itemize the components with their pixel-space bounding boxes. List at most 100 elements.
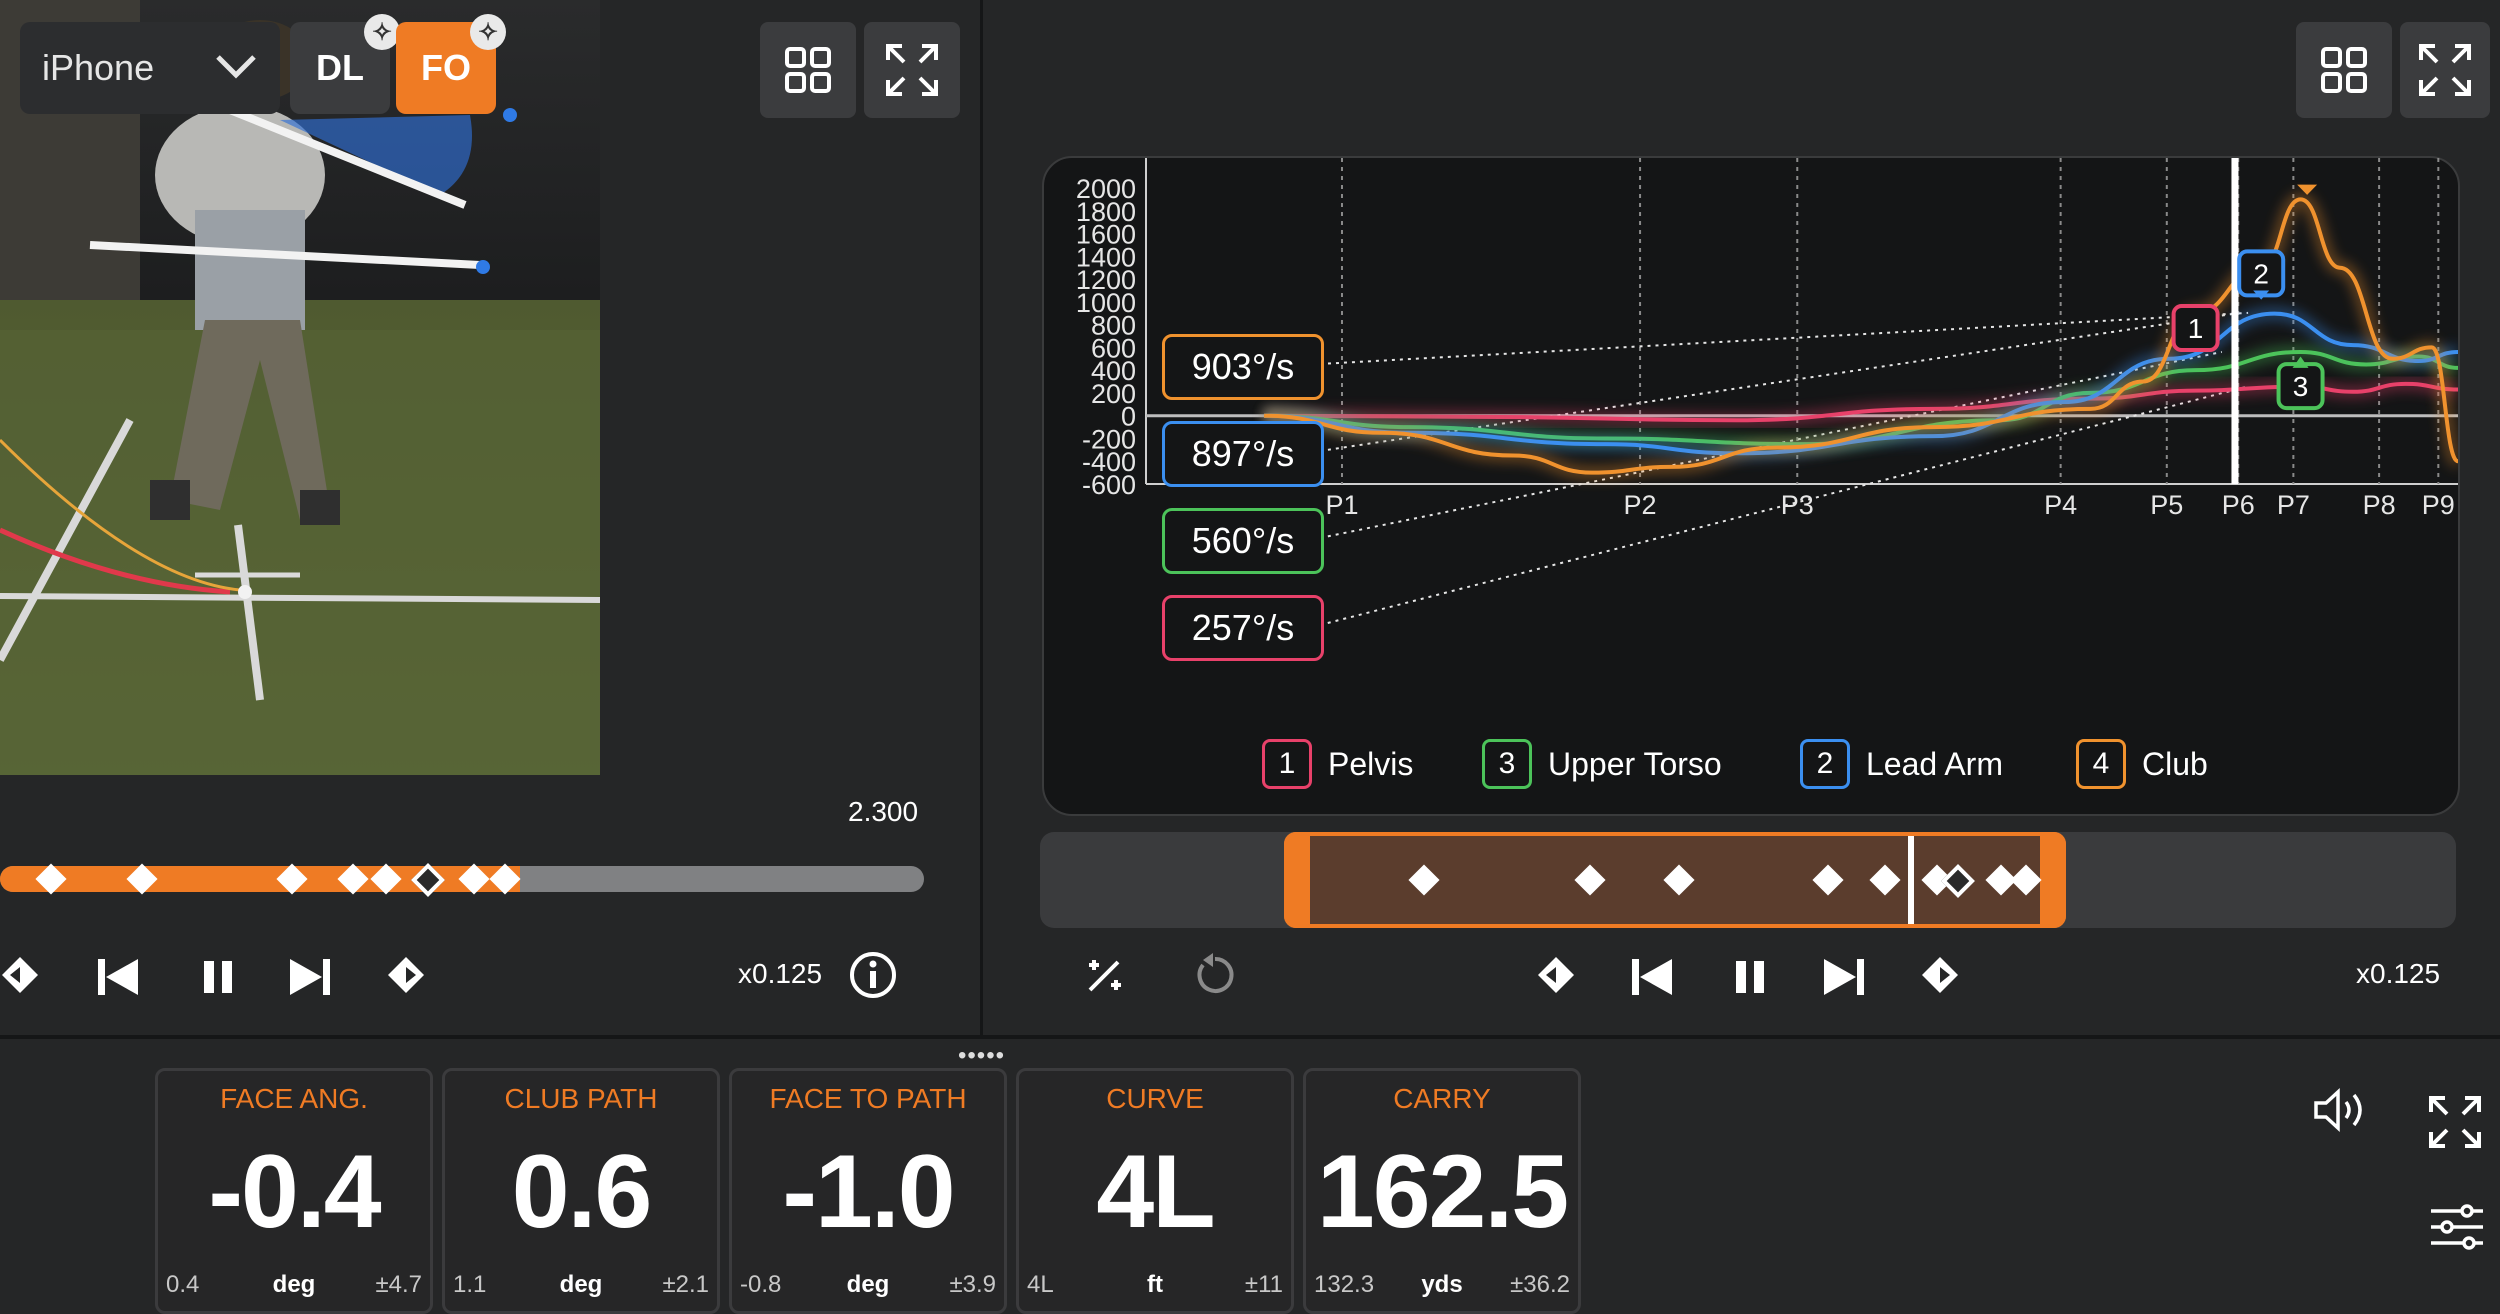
lead-arm-peak-label: 897°/s — [1162, 421, 1324, 487]
playhead[interactable] — [1908, 836, 1914, 924]
legend-num: 2 — [1800, 739, 1850, 789]
grid-icon — [2321, 47, 2367, 93]
device-label: iPhone — [42, 47, 155, 88]
range-handle-right[interactable] — [2040, 832, 2066, 928]
pause-icon — [1736, 961, 1764, 993]
metric-card-carry[interactable]: CARRY 162.5 132.3 yds ±36.2 — [1303, 1068, 1581, 1314]
x-tick-label: P5 — [2150, 490, 2183, 520]
metric-title: FACE TO PATH — [769, 1083, 967, 1114]
layout-grid-button[interactable] — [760, 22, 856, 118]
skip-forward-button[interactable] — [288, 955, 332, 999]
angular-velocity-chart[interactable]: 2000 1800 1600 1400 1200 1000 800 600 400 200 0 -20… — [1042, 156, 2460, 816]
prev-marker-button[interactable] — [0, 955, 40, 995]
range-handle-left[interactable] — [1284, 832, 1310, 928]
next-marker-button[interactable] — [1920, 955, 1960, 995]
skip-forward-button[interactable] — [1822, 955, 1866, 999]
metric-value: -0.4 — [208, 1134, 381, 1250]
fullscreen-metrics-button[interactable] — [2425, 1092, 2485, 1152]
legend-club[interactable]: 4 Club — [2076, 734, 2208, 794]
next-marker-button[interactable] — [386, 955, 426, 995]
legend-label: Lead Arm — [1866, 745, 2003, 782]
dl-label: DL — [316, 47, 364, 88]
legend-upper-torso[interactable]: 3 Upper Torso — [1482, 734, 1722, 794]
metric-range: ±4.7 — [375, 1271, 422, 1298]
layout-grid-button[interactable] — [2296, 22, 2392, 118]
chevron-down-icon — [214, 51, 258, 86]
magic-wand-icon — [1088, 960, 1121, 992]
settings-button[interactable] — [2428, 1200, 2486, 1254]
metric-range: ±11 — [1244, 1271, 1283, 1298]
series-marker-label: 2 — [2253, 258, 2269, 289]
dl-view-button[interactable]: DL ✧ — [290, 14, 400, 114]
metric-value: 0.6 — [511, 1134, 653, 1250]
fullscreen-button[interactable] — [2400, 22, 2490, 118]
expand-icon — [2419, 44, 2471, 96]
legend-label: Club — [2142, 745, 2208, 782]
fo-view-button[interactable]: FO ✧ — [396, 14, 506, 114]
club-peak-label: 903°/s — [1162, 334, 1324, 400]
legend-num: 4 — [2076, 739, 2126, 789]
expand-icon — [886, 44, 938, 96]
skip-back-button[interactable] — [1630, 955, 1674, 999]
speaker-icon — [2314, 1088, 2362, 1132]
metric-card-club-path[interactable]: CLUB PATH 0.6 1.1 deg ±2.1 — [442, 1068, 720, 1314]
reset-button[interactable] — [1190, 950, 1240, 1000]
time-readout: 2.300 — [848, 796, 919, 827]
prev-marker-button[interactable] — [1536, 955, 1576, 995]
auto-mark-button[interactable] — [1080, 950, 1130, 1000]
metric-value: 162.5 — [1316, 1134, 1569, 1250]
skip-forward-icon — [1824, 959, 1864, 995]
metric-value: -1.0 — [782, 1134, 955, 1250]
metric-card-face-angle[interactable]: FACE ANG. -0.4 0.4 deg ±4.7 — [155, 1068, 433, 1314]
legend-pelvis[interactable]: 1 Pelvis — [1262, 734, 1413, 794]
video-timeline[interactable] — [0, 863, 924, 897]
undo-icon — [1197, 953, 1234, 993]
series-marker-label: 1 — [2188, 313, 2204, 344]
diamond-right-icon — [388, 957, 424, 993]
legend-label: Upper Torso — [1548, 745, 1722, 782]
drag-handle[interactable]: ••••• — [958, 1042, 1005, 1070]
diamond-right-icon — [1922, 957, 1958, 993]
device-selector[interactable]: iPhone — [20, 22, 280, 114]
fo-label: FO — [421, 47, 471, 88]
metric-card-face-to-path[interactable]: FACE TO PATH -1.0 -0.8 deg ±3.9 — [729, 1068, 1007, 1314]
metrics-divider — [0, 1035, 2500, 1039]
metric-title: FACE ANG. — [220, 1083, 368, 1114]
skip-back-button[interactable] — [96, 955, 140, 999]
metric-card-curve[interactable]: CURVE 4L 4L ft ±11 — [1016, 1068, 1294, 1314]
swing-video[interactable] — [0, 0, 600, 775]
metric-title: CLUB PATH — [504, 1083, 658, 1114]
playback-speed[interactable]: x0.125 — [2356, 958, 2440, 990]
upper-torso-peak-label: 560°/s — [1162, 508, 1324, 574]
x-tick-label: P2 — [1624, 490, 1657, 520]
pause-button[interactable] — [196, 955, 240, 999]
legend-num: 3 — [1482, 739, 1532, 789]
metric-title: CURVE — [1106, 1083, 1204, 1114]
sound-button[interactable] — [2310, 1085, 2374, 1135]
metric-title: CARRY — [1393, 1083, 1491, 1114]
diamond-left-icon — [2, 957, 38, 993]
series-marker-label: 3 — [2293, 371, 2309, 402]
x-tick-label: P1 — [1325, 490, 1358, 520]
pelvis-peak-label: 257°/s — [1162, 595, 1324, 661]
fullscreen-button[interactable] — [864, 22, 960, 118]
legend-label: Pelvis — [1328, 745, 1414, 782]
playback-speed[interactable]: x0.125 — [738, 958, 822, 990]
range-timeline[interactable] — [1040, 832, 2456, 928]
sparkle-icon: ✧ — [470, 14, 506, 50]
info-icon — [850, 952, 896, 998]
metric-range: ±3.9 — [949, 1271, 996, 1298]
pause-button[interactable] — [1728, 955, 1772, 999]
panel-divider — [980, 0, 983, 1035]
x-tick-label: P9 — [2422, 490, 2455, 520]
pause-icon — [204, 961, 232, 993]
grid-icon — [785, 47, 831, 93]
x-tick-label: P4 — [2044, 490, 2077, 520]
expand-icon — [2429, 1096, 2481, 1148]
metric-value: 4L — [1096, 1134, 1215, 1250]
legend-num: 1 — [1262, 739, 1312, 789]
info-button[interactable] — [848, 950, 898, 1000]
metric-range: ±2.1 — [662, 1271, 709, 1298]
legend-lead-arm[interactable]: 2 Lead Arm — [1800, 734, 2003, 794]
diamond-left-icon — [1538, 957, 1574, 993]
